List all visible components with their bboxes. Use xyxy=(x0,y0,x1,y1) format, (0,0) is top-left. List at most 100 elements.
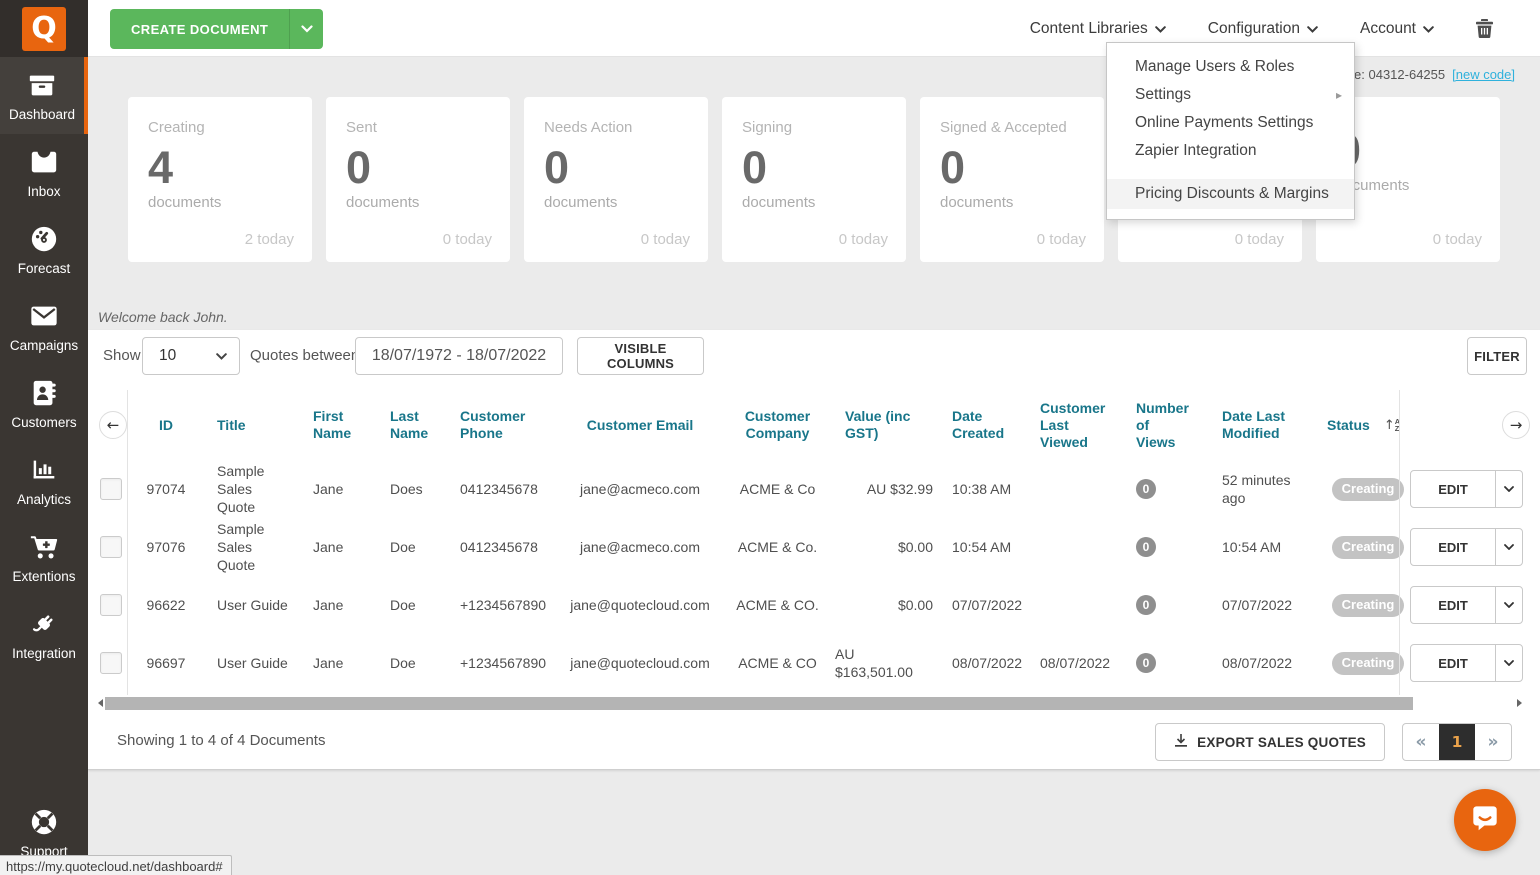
pagination-next-button[interactable]: » xyxy=(1475,724,1511,760)
cell-company: ACME & CO xyxy=(738,655,817,671)
table-divider xyxy=(127,390,128,695)
edit-button[interactable]: EDIT xyxy=(1410,470,1523,508)
menu-item-pricing-discounts-margins[interactable]: Pricing Discounts & Margins xyxy=(1107,179,1354,209)
column-header-value[interactable]: Value (inc GST) xyxy=(835,390,940,460)
stat-card-sent[interactable]: Sent 0 documents 0 today xyxy=(326,97,510,262)
menu-item-settings[interactable]: Settings ▸ xyxy=(1107,81,1354,109)
stat-card-today: 0 today xyxy=(838,231,888,248)
sidebar-item-campaigns[interactable]: Campaigns xyxy=(0,288,88,365)
horizontal-scrollbar[interactable] xyxy=(88,697,1540,711)
export-sales-quotes-button[interactable]: EXPORT SALES QUOTES xyxy=(1155,723,1385,761)
column-header-customer-company[interactable]: Customer Company xyxy=(720,390,835,460)
edit-button[interactable]: EDIT xyxy=(1410,644,1523,682)
edit-button-label: EDIT xyxy=(1438,539,1468,555)
cart-plus-icon xyxy=(29,532,59,562)
cell-id: 96622 xyxy=(146,597,186,613)
column-header-id[interactable]: ID xyxy=(127,390,205,460)
showing-count-text: Showing 1 to 4 of 4 Documents xyxy=(117,732,326,749)
menu-item-zapier-integration[interactable]: Zapier Integration xyxy=(1107,137,1354,165)
new-code-link[interactable]: [new code] xyxy=(1452,67,1515,82)
edit-caret[interactable] xyxy=(1495,587,1522,623)
column-header-title[interactable]: Title xyxy=(205,390,297,460)
cell-first-name: Jane xyxy=(313,481,344,497)
cell-id: 96697 xyxy=(146,655,186,671)
menu-item-online-payments-settings[interactable]: Online Payments Settings xyxy=(1107,109,1354,137)
visible-columns-button[interactable]: VISIBLE COLUMNS xyxy=(577,337,704,375)
nav-configuration[interactable]: Configuration xyxy=(1208,20,1318,38)
column-header-first-name[interactable]: First Name xyxy=(297,390,375,460)
column-header-date-last-modified[interactable]: Date Last Modified xyxy=(1205,390,1315,460)
edit-button-label: EDIT xyxy=(1438,597,1468,613)
documents-table: ← ID Title First Name Last Name Customer… xyxy=(88,390,1540,692)
stat-card-signing[interactable]: Signing 0 documents 0 today xyxy=(722,97,906,262)
cell-date-created: 07/07/2022 xyxy=(952,597,1023,613)
row-checkbox[interactable] xyxy=(100,478,122,500)
stat-card-creating[interactable]: Creating 4 documents 2 today xyxy=(128,97,312,262)
cell-date-created: 10:54 AM xyxy=(952,539,1012,555)
menu-item-label: Settings xyxy=(1135,86,1192,103)
sidebar-item-analytics[interactable]: Analytics xyxy=(0,442,88,519)
create-document-caret[interactable] xyxy=(289,9,323,49)
sidebar-item-extentions[interactable]: Extentions xyxy=(0,519,88,596)
pagination-prev-button[interactable]: « xyxy=(1403,724,1439,760)
row-checkbox[interactable] xyxy=(100,594,122,616)
chat-widget-button[interactable] xyxy=(1454,789,1516,851)
logo-letter: Q xyxy=(31,11,57,46)
table-scroll-right-button[interactable]: → xyxy=(1502,411,1530,439)
column-header-customer-phone[interactable]: Customer Phone xyxy=(445,390,560,460)
column-header-customer-last-viewed[interactable]: Customer Last Viewed xyxy=(1030,390,1120,460)
trash-icon[interactable] xyxy=(1476,19,1493,38)
edit-caret[interactable] xyxy=(1495,645,1522,681)
cell-value: $0.00 xyxy=(897,597,933,613)
column-header-last-name[interactable]: Last Name xyxy=(375,390,445,460)
cell-email: jane@quotecloud.com xyxy=(570,597,710,613)
submenu-arrow-icon: ▸ xyxy=(1335,88,1342,102)
date-range-input[interactable] xyxy=(355,337,563,375)
right-arrow-icon: → xyxy=(1509,416,1523,434)
column-header-date-created[interactable]: Date Created xyxy=(940,390,1030,460)
envelope-icon xyxy=(29,301,59,331)
table-row: 97076 Sample Sales Quote Jane Doe 041234… xyxy=(88,518,1540,576)
table-scroll-left-button[interactable]: ← xyxy=(99,411,127,439)
edit-caret[interactable] xyxy=(1495,471,1522,507)
filter-button[interactable]: FILTER xyxy=(1467,337,1527,375)
sort-alpha-icon[interactable]: ↑ A Z xyxy=(1384,418,1400,433)
stat-card-needs-action[interactable]: Needs Action 0 documents 0 today xyxy=(524,97,708,262)
sidebar-item-integration[interactable]: Integration xyxy=(0,596,88,673)
scrollbar-thumb[interactable] xyxy=(105,697,1413,710)
pagination: « 1 » xyxy=(1402,723,1512,761)
pagination-current-page[interactable]: 1 xyxy=(1439,724,1475,760)
stat-card-title: Signing xyxy=(742,119,793,136)
app-logo[interactable]: Q xyxy=(22,6,66,51)
sidebar-item-label: Campaigns xyxy=(9,337,79,353)
nav-content-libraries[interactable]: Content Libraries xyxy=(1030,20,1166,38)
show-page-size-select[interactable]: 10 xyxy=(142,337,240,375)
sidebar-item-forecast[interactable]: Forecast xyxy=(0,211,88,288)
column-header-customer-email[interactable]: Customer Email xyxy=(560,390,720,460)
stat-card-title: Creating xyxy=(148,119,205,136)
column-header-number-of-views[interactable]: Number of Views xyxy=(1120,390,1205,460)
documents-panel: Show 10 Quotes between VISIBLE COLUMNS F… xyxy=(88,330,1540,770)
create-document-button[interactable]: CREATE DOCUMENT xyxy=(110,9,324,49)
table-header-row: ← ID Title First Name Last Name Customer… xyxy=(88,390,1540,460)
menu-item-label: Pricing Discounts & Margins xyxy=(1135,185,1329,202)
sidebar-item-customers[interactable]: Customers xyxy=(0,365,88,442)
chevron-down-icon xyxy=(1307,20,1318,38)
sidebar-item-inbox[interactable]: Inbox xyxy=(0,134,88,211)
stat-card-value: 0 xyxy=(544,142,570,193)
scrollbar-right-arrow-icon[interactable] xyxy=(1517,699,1522,707)
stat-card-signed-accepted[interactable]: Signed & Accepted 0 documents 0 today xyxy=(920,97,1104,262)
stat-card-unit: documents xyxy=(346,194,420,211)
scrollbar-left-arrow-icon[interactable] xyxy=(98,699,103,707)
row-checkbox[interactable] xyxy=(100,536,122,558)
sidebar-item-dashboard[interactable]: Dashboard xyxy=(0,57,88,134)
edit-button[interactable]: EDIT xyxy=(1410,586,1523,624)
column-header-status[interactable]: Status xyxy=(1315,390,1385,460)
cell-first-name: Jane xyxy=(313,597,344,613)
row-checkbox[interactable] xyxy=(100,652,122,674)
nav-account[interactable]: Account xyxy=(1360,20,1434,38)
edit-caret[interactable] xyxy=(1495,529,1522,565)
menu-item-label: Manage Users & Roles xyxy=(1135,58,1295,75)
edit-button[interactable]: EDIT xyxy=(1410,528,1523,566)
menu-item-manage-users-roles[interactable]: Manage Users & Roles xyxy=(1107,53,1354,81)
